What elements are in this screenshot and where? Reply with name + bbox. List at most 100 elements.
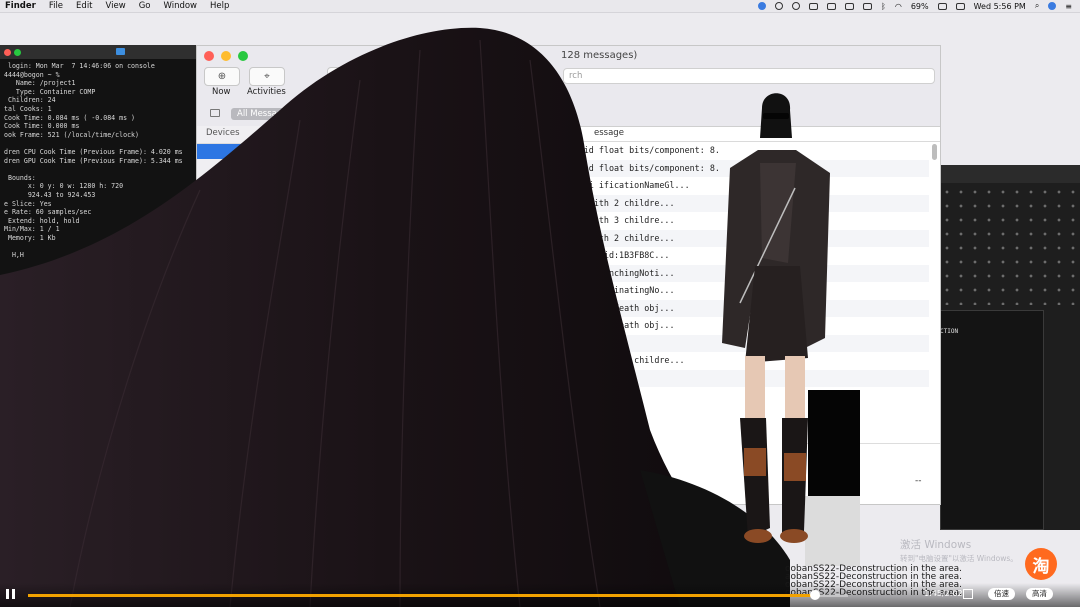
menu-go[interactable]: Go bbox=[139, 1, 151, 11]
menu-edit[interactable]: Edit bbox=[76, 1, 92, 11]
activities-label: Activities bbox=[247, 87, 286, 97]
message-row[interactable]: ister name: NSSnappi ificationNameGl... bbox=[373, 177, 929, 195]
message-row[interactable]: ter name: com.app normaldeath obj... bbox=[373, 299, 929, 317]
background-window-titlebar[interactable] bbox=[940, 165, 1080, 183]
console-toolbar: ⊕ Now ⌖ Activities ▦ Clear 128 messages)… bbox=[197, 46, 940, 127]
dot-pattern bbox=[940, 185, 1080, 305]
fullscreen-icon[interactable] bbox=[963, 589, 973, 599]
terminal-line: login: Mon Mar 7 14:46:06 on console bbox=[4, 62, 155, 70]
menu-window[interactable]: Window bbox=[163, 1, 197, 11]
minimize-button[interactable] bbox=[221, 51, 231, 61]
now-label: Now bbox=[212, 87, 231, 97]
tab-errors[interactable]: Errors bbox=[301, 108, 338, 120]
message-row[interactable]: ] [MT] dispatchEve with 3 childre... bbox=[373, 212, 929, 230]
message-row[interactable]: ter name: com.app shTerminatingNo... bbox=[373, 282, 929, 300]
control-center-icon[interactable]: ≡ bbox=[1065, 2, 1072, 11]
message-row[interactable]: t memory footpr bbox=[373, 334, 929, 352]
terminal-titlebar[interactable] bbox=[0, 45, 196, 59]
menu-view[interactable]: View bbox=[106, 1, 126, 11]
message-column-header[interactable]: essage bbox=[373, 126, 940, 142]
bluetooth-icon[interactable]: ᛒ bbox=[881, 2, 886, 11]
glitch-block-dark bbox=[808, 390, 860, 498]
message-row[interactable]: ] [MT] dispatchEve t with 4 childre... bbox=[373, 352, 929, 370]
close-button[interactable] bbox=[204, 51, 214, 61]
terminal-line: ook Frame: 521 (/local/time/clock) bbox=[4, 130, 139, 139]
terminal-line: x: 0 y: 0 w: 1280 h: 720 bbox=[4, 182, 124, 191]
terminal-line: dren GPU Cook Time (Previous Frame): 5.3… bbox=[4, 156, 183, 165]
selected-device[interactable] bbox=[197, 144, 373, 159]
menu-file[interactable]: File bbox=[49, 1, 63, 11]
background-window[interactable]: CTION bbox=[940, 165, 1080, 530]
keyboard-icon[interactable] bbox=[955, 2, 965, 10]
airplay-icon[interactable] bbox=[845, 2, 855, 10]
terminal-line: 924.43 to 924.453 bbox=[4, 190, 96, 199]
folder-icon bbox=[116, 48, 125, 55]
filter-bar: All Messages Errors bbox=[197, 104, 940, 124]
sidebar-toggle-icon[interactable] bbox=[210, 109, 220, 117]
message-row[interactable]: imageCreate: invalid float bits/componen… bbox=[373, 159, 929, 177]
speed-button[interactable]: 倍速 bbox=[988, 588, 1015, 600]
siri-icon[interactable] bbox=[1048, 2, 1057, 10]
clock[interactable]: Wed 5:56 PM bbox=[974, 2, 1026, 11]
clear-label: Clear bbox=[333, 87, 356, 97]
activities-button[interactable]: ⌖ bbox=[249, 67, 285, 86]
dark-panel bbox=[940, 310, 1044, 530]
terminal-line: Children: 24 bbox=[4, 96, 56, 105]
terminal-line: Name: /project1 bbox=[4, 79, 76, 88]
message-row[interactable]: ction added: IOHI n uuid:1B3FB8C... bbox=[373, 247, 929, 265]
terminal-line: e Rate: 60 samples/sec bbox=[4, 208, 92, 217]
quality-button[interactable]: 高清 bbox=[1026, 588, 1053, 600]
terminal-line: H,H bbox=[4, 251, 24, 260]
menubar-menus: Finder File Edit View Go Window Help bbox=[0, 1, 229, 11]
search-input[interactable]: rch bbox=[563, 68, 935, 84]
status-area: ᛒ ◠ 69% Wed 5:56 PM ⌕ ≡ bbox=[758, 0, 1072, 12]
pause-icon[interactable] bbox=[6, 589, 18, 601]
screen-icon[interactable] bbox=[827, 2, 837, 10]
battery-icon[interactable] bbox=[937, 2, 947, 10]
message-header-label: essage bbox=[594, 128, 624, 138]
message-row[interactable]: memory footprint bbox=[373, 369, 929, 387]
message-row[interactable]: ter name: com.app shLaunchingNoti... bbox=[373, 264, 929, 282]
message-row[interactable]: imageCreate: invalid float bits/componen… bbox=[373, 142, 929, 160]
progress-knob[interactable] bbox=[810, 590, 821, 600]
activities-icon: ⌖ bbox=[264, 71, 270, 82]
terminal-line: Cook Time: 0.084 ms ( -0.084 ms ) bbox=[4, 113, 136, 122]
menu-help[interactable]: Help bbox=[210, 1, 229, 11]
display-icon[interactable] bbox=[809, 2, 819, 10]
clear-button[interactable]: ▦ bbox=[327, 67, 363, 86]
progress-bar[interactable] bbox=[28, 594, 848, 597]
camera-icon[interactable] bbox=[863, 2, 873, 10]
terminal-window[interactable]: login: Mon Mar 7 14:46:06 on console 4444… bbox=[0, 45, 196, 285]
message-row[interactable]: ] [MT] dispatchEve with 2 childre... bbox=[373, 229, 929, 247]
terminal-output[interactable]: login: Mon Mar 7 14:46:06 on console 4444… bbox=[0, 59, 196, 263]
terminal-zoom-button[interactable] bbox=[14, 49, 21, 56]
message-row[interactable]: ter name: com.app normaldeath obj... bbox=[373, 317, 929, 335]
menu-finder[interactable]: Finder bbox=[5, 1, 36, 11]
terminal-line: dren CPU Cook Time (Previous Frame): 4.0… bbox=[4, 147, 183, 156]
message-scrollbar[interactable] bbox=[932, 144, 937, 160]
zoom-button[interactable] bbox=[238, 51, 248, 61]
wifi-icon[interactable]: ◠ bbox=[895, 2, 902, 11]
wechat-icon[interactable] bbox=[775, 2, 784, 10]
playback-time: 1:45/2:02 bbox=[924, 589, 963, 598]
magnifier-icon: ⊕ bbox=[217, 71, 227, 82]
chat-icon[interactable] bbox=[792, 2, 801, 10]
terminal-close-button[interactable] bbox=[4, 49, 11, 56]
spotlight-icon[interactable]: ⌕ bbox=[1035, 1, 1039, 11]
now-button[interactable]: ⊕ bbox=[204, 67, 240, 86]
section-label: CTION bbox=[940, 328, 959, 335]
message-row[interactable]: ] [MT] dispatchEve with 2 childre... bbox=[373, 194, 929, 212]
devices-header: Devices bbox=[197, 126, 373, 144]
terminal-line: tal Cooks: 1 bbox=[4, 104, 52, 113]
taobao-icon[interactable]: 淘 bbox=[1025, 548, 1057, 580]
notification-icon[interactable] bbox=[758, 2, 767, 10]
taobao-glyph: 淘 bbox=[1032, 556, 1050, 577]
clear-icon: ▦ bbox=[340, 71, 350, 82]
progress-fill bbox=[28, 594, 816, 597]
tab-all-messages[interactable]: All Messages bbox=[231, 108, 298, 120]
reload-button[interactable] bbox=[369, 67, 389, 86]
window-title: 128 messages) bbox=[561, 50, 638, 61]
